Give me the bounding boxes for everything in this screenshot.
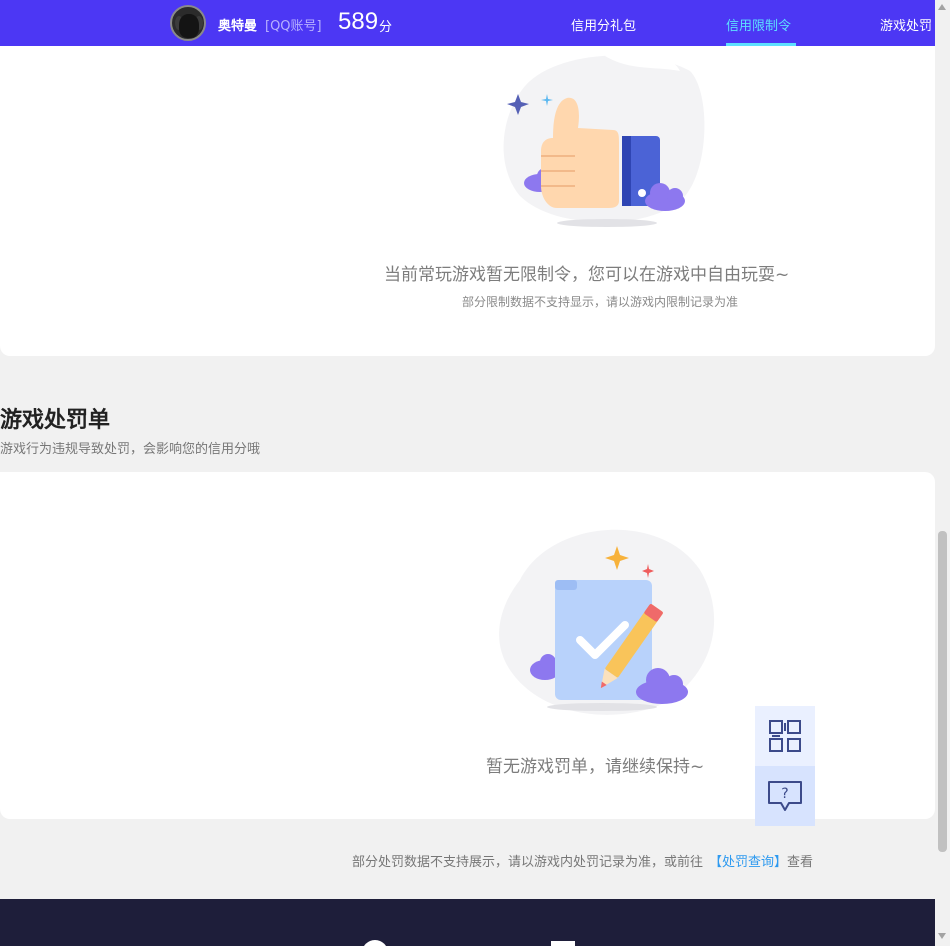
svg-text:?: ? <box>781 786 788 802</box>
page-scrollbar[interactable] <box>935 0 950 946</box>
clipboard-pencil-illustration <box>499 529 715 715</box>
penalty-query-link[interactable]: 【处罚查询】 <box>709 855 787 870</box>
floating-toolbar: ? <box>755 706 815 826</box>
restriction-empty-title: 当前常玩游戏暂无限制令，您可以在游戏中自由玩耍~ <box>384 265 790 285</box>
footer-circle-icon <box>362 940 388 946</box>
credit-score: 589 <box>338 8 379 35</box>
avatar[interactable] <box>170 5 206 41</box>
page-footer <box>0 899 935 946</box>
help-chat-icon: ? <box>768 781 802 811</box>
scroll-down-arrow[interactable] <box>938 933 946 939</box>
qr-code-button[interactable] <box>755 706 815 766</box>
penalty-section-title: 游戏处罚单 <box>0 408 111 433</box>
restriction-empty-note: 部分限制数据不支持显示，请以游戏内限制记录为准 <box>462 295 739 309</box>
penalty-section-description: 游戏行为违规导致处罚，会影响您的信用分哦 <box>0 442 261 457</box>
footer-square-icon <box>551 941 575 946</box>
username: 奥特曼 <box>218 19 258 34</box>
penalty-footnote: 部分处罚数据不支持展示，请以游戏内处罚记录为准，或前往 【处罚查询】查看 <box>352 851 813 870</box>
restriction-card: 当前常玩游戏暂无限制令，您可以在游戏中自由玩耍~ 部分限制数据不支持显示，请以游… <box>0 46 935 356</box>
help-button[interactable]: ? <box>755 766 815 826</box>
scroll-thumb[interactable] <box>938 531 947 852</box>
scroll-up-arrow[interactable] <box>938 4 946 10</box>
top-nav-bar: 奥特曼 [QQ账号] 589 分 信用分礼包 信用限制令 游戏处罚 <box>0 0 935 46</box>
penalty-footnote-suffix: 查看 <box>787 855 814 870</box>
credit-score-unit: 分 <box>379 20 393 35</box>
qr-code-icon <box>769 720 801 752</box>
nav-tab-game-penalty[interactable]: 游戏处罚 <box>880 15 932 34</box>
penalty-footnote-text: 部分处罚数据不支持展示，请以游戏内处罚记录为准，或前往 <box>352 855 704 870</box>
thumbs-up-illustration <box>503 51 705 227</box>
penalty-empty-title: 暂无游戏罚单，请继续保持~ <box>486 757 705 777</box>
nav-tab-credit-gift[interactable]: 信用分礼包 <box>571 15 636 34</box>
account-type-label: [QQ账号] <box>265 19 322 34</box>
nav-tab-restriction-order[interactable]: 信用限制令 <box>726 15 791 34</box>
